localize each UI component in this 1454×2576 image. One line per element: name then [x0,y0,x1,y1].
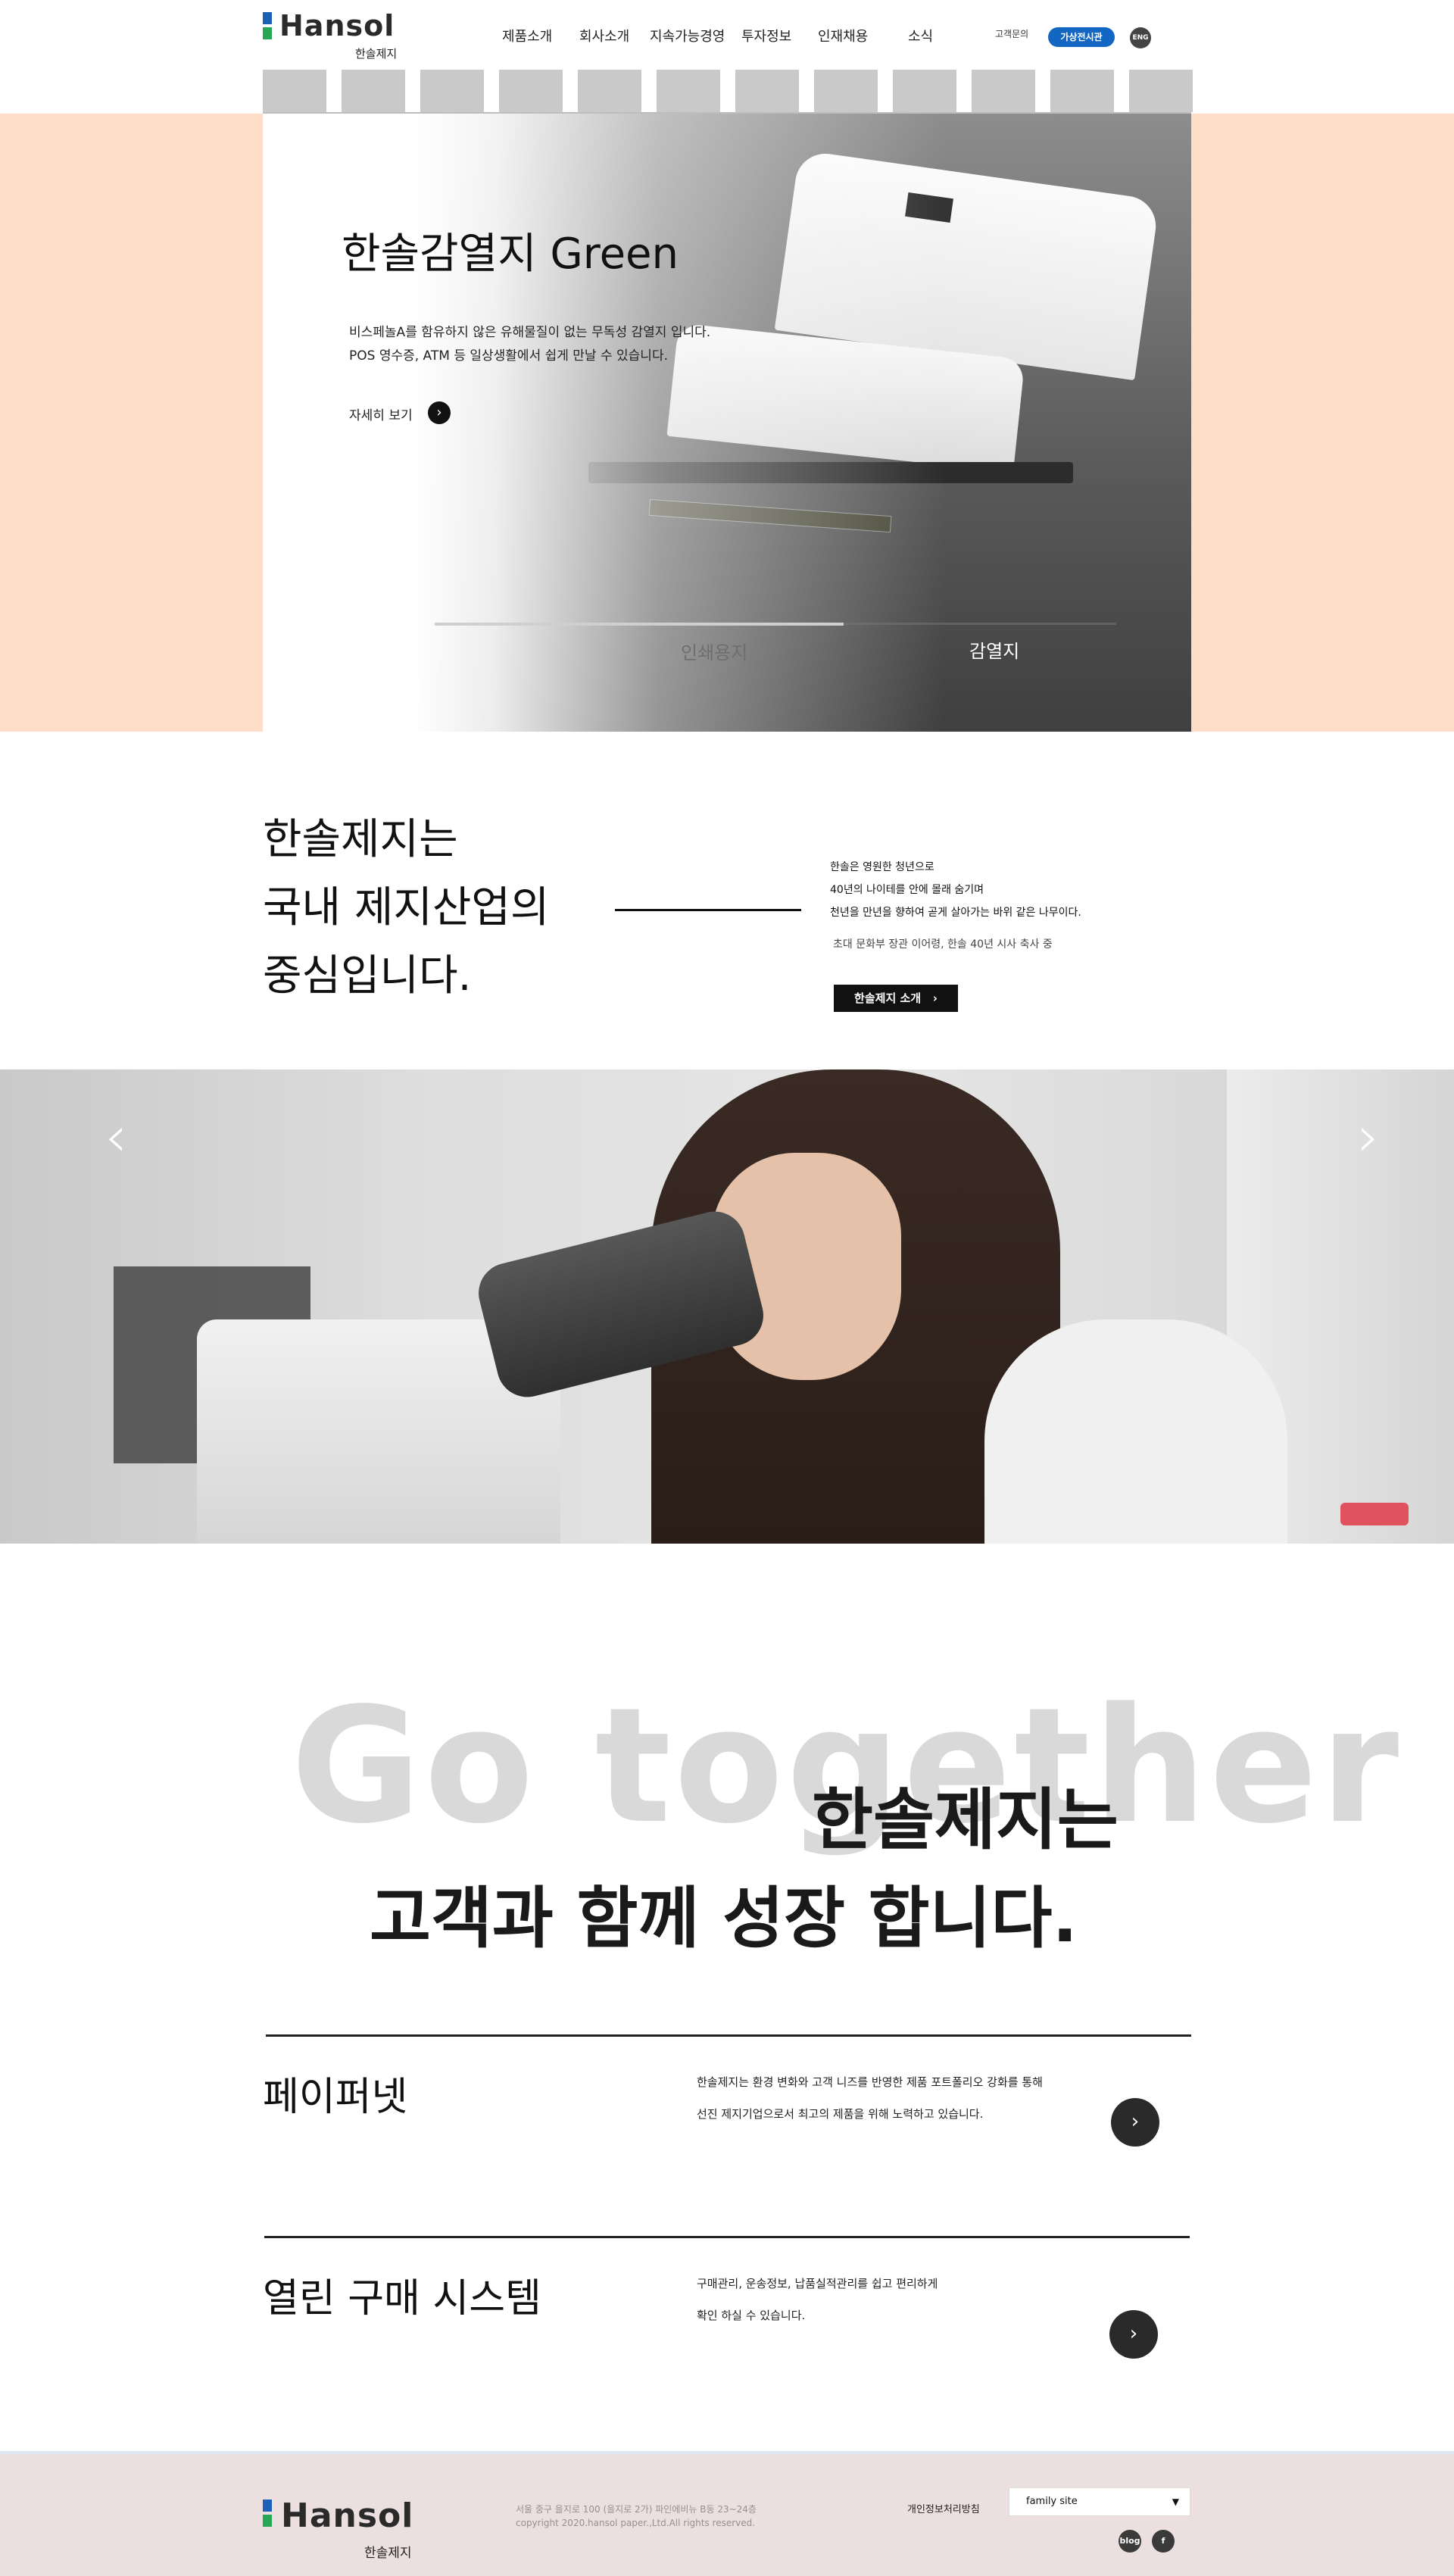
logo-wordmark: Hansol [281,2496,414,2535]
intro-citation: 초대 문화부 장관 이어령, 한솔 40년 시사 축사 중 [833,938,1053,951]
hero-description: 비스페놀A를 함유하지 않은 유해물질이 없는 무독성 감열지 입니다. POS… [349,321,710,368]
nav-company[interactable]: 회사소개 [579,26,629,45]
slide-progress-fill [435,623,844,626]
hero-description-line: 비스페놀A를 함유하지 않은 유해물질이 없는 무독성 감열지 입니다. [349,325,711,340]
submenu-tab[interactable] [420,70,484,112]
nav-sustainability[interactable]: 지속가능경영 [650,26,725,45]
footer-logo[interactable]: Hansol 한솔제지 [263,2489,414,2561]
intro-divider [615,909,801,911]
submenu-tab[interactable] [657,70,720,112]
family-site-value: family site [1026,2496,1078,2507]
intro-quote-line: 40년의 나이테를 안에 몰래 숨기며 [830,884,984,896]
hero-more-link[interactable]: 자세히 보기 › [349,401,451,424]
service-description: 구매관리, 운송정보, 납품실적관리를 쉽고 편리하게 확인 하실 수 있습니다… [697,2268,938,2331]
submenu-tab[interactable] [893,70,956,112]
intro-quote: 한솔은 영원한 청년으로 40년의 나이테를 안에 몰래 숨기며 천년을 만년을… [830,856,1081,924]
address-text: 서울 중구 을지로 100 (을지로 2가) 파인에비뉴 B동 23~24층 [516,2504,757,2515]
logo-mark [263,2500,272,2527]
intro-heading-line: 한솔제지는 [263,815,458,864]
arrow-right-icon[interactable]: › [1109,2310,1158,2359]
service-purchasing-system: 열린 구매 시스템 구매관리, 운송정보, 납품실적관리를 쉽고 편리하게 확인… [0,2236,1454,2418]
hero-title: 한솔감열지 Green [342,229,679,279]
logo-subtext: 한솔제지 [355,47,398,61]
footer-address: 서울 중구 을지로 100 (을지로 2가) 파인에비뉴 B동 23~24층 c… [516,2503,757,2530]
nav-products[interactable]: 제품소개 [502,26,552,45]
service-title: 페이퍼넷 [263,2075,408,2120]
contact-link[interactable]: 고객문의 [995,27,1028,40]
logo-mark [263,12,272,39]
service-description-line: 확인 하실 수 있습니다. [697,2309,806,2322]
site-header: Hansol 한솔제지 제품소개 회사소개 지속가능경영 투자정보 인재채용 소… [0,0,1454,70]
arrow-right-icon[interactable]: › [1111,2098,1159,2147]
privacy-policy-link[interactable]: 개인정보처리방침 [907,2501,980,2515]
tab-print-paper[interactable]: 인쇄용지 [681,638,747,664]
service-description: 한솔제지는 환경 변화와 고객 니즈를 반영한 제품 포트폴리오 강화를 통해 … [697,2066,1043,2130]
intro-quote-line: 천년을 만년을 향하여 곧게 살아가는 바위 같은 나무이다. [830,907,1081,919]
intro-heading-line: 중심입니다. [263,951,472,1001]
service-divider [264,2236,1190,2238]
service-divider [266,2034,1191,2037]
submenu-strip [263,70,1193,114]
intro-heading: 한솔제지는 국내 제지산업의 중심입니다. [263,806,549,1010]
service-description-line: 구매관리, 운송정보, 납품실적관리를 쉽고 편리하게 [697,2277,938,2290]
copyright-text: copyright 2020.hansol paper.,Ltd.All rig… [516,2518,756,2528]
chevron-right-icon: › [925,991,938,1005]
facebook-icon[interactable]: f [1152,2530,1175,2553]
language-eng-button[interactable]: ENG [1130,27,1151,48]
logo-subtext: 한솔제지 [364,2546,412,2561]
submenu-tab[interactable] [972,70,1035,112]
site-footer: Hansol 한솔제지 서울 중구 을지로 100 (을지로 2가) 파인에비뉴… [0,2451,1454,2576]
company-intro-label: 한솔제지 소개 [854,991,922,1005]
service-description-line: 선진 제지기업으로서 최고의 제품을 위해 노력하고 있습니다. [697,2107,984,2121]
tab-thermal-paper[interactable]: 감열지 [969,636,1019,663]
submenu-tab[interactable] [1050,70,1114,112]
service-papernet: 페이퍼넷 한솔제지는 환경 변화와 고객 니즈를 반영한 제품 포트폴리오 강화… [0,2034,1454,2216]
logo-wordmark: Hansol [279,9,395,42]
research-banner: ‹ › [0,1069,1454,1544]
submenu-tab[interactable] [499,70,563,112]
service-title: 열린 구매 시스템 [263,2276,541,2322]
hero-more-label: 자세히 보기 [349,408,413,423]
submenu-tab[interactable] [342,70,405,112]
service-description-line: 한솔제지는 환경 변화와 고객 니즈를 반영한 제품 포트폴리오 강화를 통해 [697,2075,1043,2089]
hero-description-line: POS 영수증, ATM 등 일상생활에서 쉽게 만날 수 있습니다. [349,348,668,364]
hero-section: 한솔감열지 Green 비스페놀A를 함유하지 않은 유해물질이 없는 무독성 … [0,114,1454,732]
caret-down-icon: ▼ [1172,2496,1179,2507]
intro-quote-line: 한솔은 영원한 청년으로 [830,861,934,873]
nav-investor[interactable]: 투자정보 [741,26,791,45]
submenu-tab[interactable] [578,70,641,112]
chevron-right-icon[interactable]: › [1342,1103,1395,1171]
family-site-select[interactable]: family site ▼ [1009,2487,1190,2516]
blog-icon[interactable]: blog [1119,2530,1141,2553]
together-heading-line2: 고객과 함께 성장 합니다. [370,1879,1078,1957]
submenu-tab[interactable] [735,70,799,112]
submenu-tab[interactable] [263,70,326,112]
chevron-left-icon[interactable]: ‹ [89,1103,142,1171]
hero-slide: 한솔감열지 Green 비스페놀A를 함유하지 않은 유해물질이 없는 무독성 … [263,114,1191,732]
virtual-exhibition-button[interactable]: 가상전시관 [1048,27,1115,47]
submenu-tab[interactable] [1129,70,1193,112]
arrow-right-icon: › [428,401,451,424]
intro-section: 한솔제지는 국내 제지산업의 중심입니다. 한솔은 영원한 청년으로 40년의 … [0,732,1454,1069]
hansol-logo[interactable]: Hansol 한솔제지 [263,9,414,64]
nav-careers[interactable]: 인재채용 [818,26,868,45]
company-intro-button[interactable]: 한솔제지 소개 › [834,985,958,1012]
nav-news[interactable]: 소식 [908,26,933,45]
submenu-tab[interactable] [814,70,878,112]
together-heading-line1: 한솔제지는 [812,1781,1119,1859]
intro-heading-line: 국내 제지산업의 [263,883,550,932]
